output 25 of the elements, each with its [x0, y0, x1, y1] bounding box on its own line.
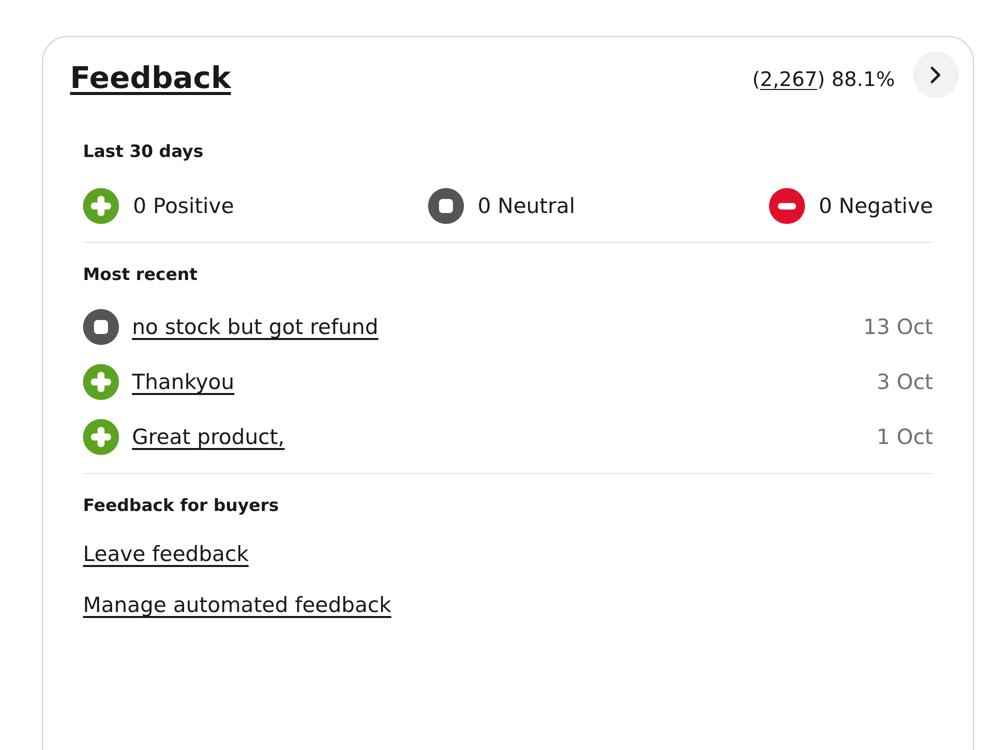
feedback-date: 13 Oct — [863, 314, 933, 341]
buyer-feedback-link[interactable]: Leave feedback — [83, 540, 249, 568]
feedback-date: 3 Oct — [876, 369, 933, 396]
section-heading: Feedback for buyers — [83, 495, 280, 518]
rating-total-text: 0 Positive — [133, 193, 234, 220]
square-circle-icon — [428, 188, 464, 224]
section-heading: Last 30 days — [83, 141, 204, 164]
chevron-right-icon — [930, 66, 942, 84]
rating-total-text: 0 Neutral — [478, 193, 576, 220]
minus-circle-icon — [768, 188, 805, 224]
plus-circle-icon — [83, 419, 119, 455]
feedback-title-link[interactable]: Feedback — [70, 61, 231, 97]
feedback-count-link[interactable]: 2,267 — [760, 67, 818, 91]
plus-circle-icon — [83, 364, 119, 400]
next-button[interactable] — [913, 52, 959, 98]
square-circle-icon — [83, 309, 119, 345]
feedback-comment-link[interactable]: Thankyou — [132, 368, 234, 396]
feedback-rating-text: (2,267) 88.1% — [752, 66, 895, 93]
plus-circle-icon — [83, 188, 119, 224]
feedback-comment-link[interactable]: Great product, — [132, 423, 285, 451]
rating-total-text: 0 Negative — [818, 193, 933, 220]
section-heading: Most recent — [83, 264, 199, 287]
feedback-comment-link[interactable]: no stock but got refund — [132, 313, 378, 341]
buyer-feedback-link[interactable]: Manage automated feedback — [83, 591, 392, 619]
feedback-date: 1 Oct — [876, 424, 933, 451]
